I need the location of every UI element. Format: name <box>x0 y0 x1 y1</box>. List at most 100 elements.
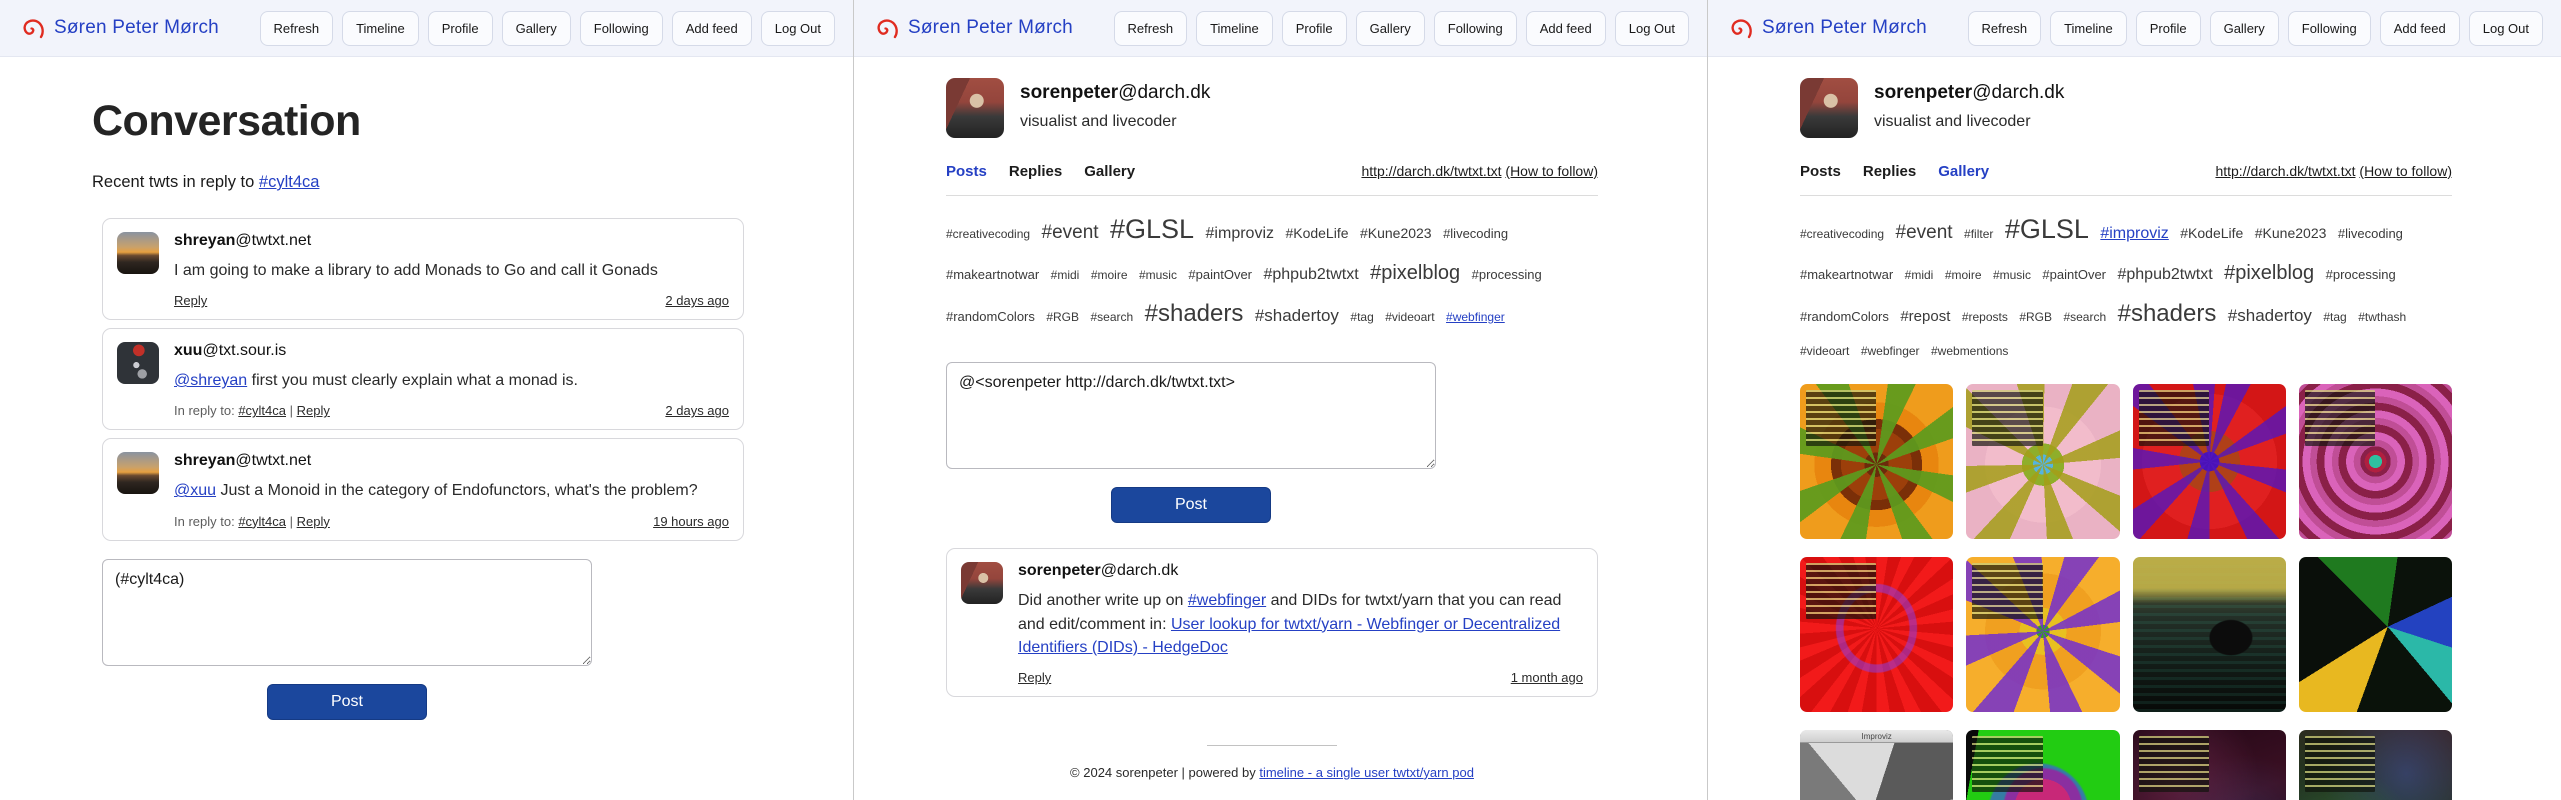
nav-button-gallery[interactable]: Gallery <box>502 11 571 46</box>
hashtag-pixelblog[interactable]: #pixelblog <box>1370 262 1460 284</box>
timestamp-link[interactable]: 2 days ago <box>665 293 729 308</box>
nav-button-add-feed[interactable]: Add feed <box>1526 11 1606 46</box>
hashtag-randomColors[interactable]: #randomColors <box>1800 309 1889 324</box>
hashtag-webfinger[interactable]: #webfinger <box>1861 344 1920 358</box>
hashtag-KodeLife[interactable]: #KodeLife <box>1285 225 1348 241</box>
hashtag-filter[interactable]: #filter <box>1964 227 1993 241</box>
tab-posts[interactable]: Posts <box>946 163 987 180</box>
gallery-thumbnail[interactable] <box>2133 557 2286 712</box>
inline-link[interactable]: User lookup for twtxt/yarn - Webfinger o… <box>1018 616 1560 656</box>
hashtag-search[interactable]: #search <box>2063 310 2106 324</box>
nav-button-refresh[interactable]: Refresh <box>1114 11 1188 46</box>
hashtag-Kune2023[interactable]: #Kune2023 <box>2255 225 2327 241</box>
nav-button-following[interactable]: Following <box>2288 11 2371 46</box>
hashtag-shaders[interactable]: #shaders <box>1145 300 1244 327</box>
nav-button-profile[interactable]: Profile <box>1282 11 1347 46</box>
nav-button-refresh[interactable]: Refresh <box>260 11 334 46</box>
inline-link[interactable]: #cylt4ca <box>238 403 286 418</box>
inline-link[interactable]: #cylt4ca <box>238 514 286 529</box>
post-button[interactable]: Post <box>267 684 427 720</box>
home-link[interactable]: Søren Peter Mørch <box>18 15 219 42</box>
hashtag-reposts[interactable]: #reposts <box>1962 310 2008 324</box>
gallery-thumbnail[interactable] <box>2299 730 2452 800</box>
avatar[interactable] <box>117 452 159 494</box>
hashtag-RGB[interactable]: #RGB <box>1046 310 1079 324</box>
hashtag-processing[interactable]: #processing <box>1472 267 1542 282</box>
timestamp-link[interactable]: 2 days ago <box>665 403 729 418</box>
hashtag-videoart[interactable]: #videoart <box>1800 344 1849 358</box>
nav-button-log-out[interactable]: Log Out <box>761 11 835 46</box>
tab-gallery[interactable]: Gallery <box>1938 163 1989 180</box>
hashtag-makeartnotwar[interactable]: #makeartnotwar <box>1800 267 1893 282</box>
hashtag-Kune2023[interactable]: #Kune2023 <box>1360 225 1432 241</box>
hashtag-GLSL[interactable]: #GLSL <box>1110 214 1194 244</box>
nav-button-timeline[interactable]: Timeline <box>342 11 419 46</box>
tab-posts[interactable]: Posts <box>1800 163 1841 180</box>
twtxt-feed-url-link[interactable]: http://darch.dk/twtxt.txt <box>1361 163 1501 179</box>
hashtag-paintOver[interactable]: #paintOver <box>1188 267 1252 282</box>
gallery-thumbnail[interactable] <box>2133 730 2286 800</box>
hashtag-midi[interactable]: #midi <box>1051 268 1080 282</box>
gallery-thumbnail[interactable] <box>2299 384 2452 539</box>
hashtag-randomColors[interactable]: #randomColors <box>946 309 1035 324</box>
hashtag-twthash[interactable]: #twthash <box>2358 310 2406 324</box>
hashtag-creativecoding[interactable]: #creativecoding <box>946 227 1030 241</box>
hashtag-pixelblog[interactable]: #pixelblog <box>2224 262 2314 284</box>
inline-link[interactable]: Reply <box>297 514 330 529</box>
hashtag-phpub2twtxt[interactable]: #phpub2twtxt <box>1263 266 1358 283</box>
nav-button-gallery[interactable]: Gallery <box>1356 11 1425 46</box>
hashtag-event[interactable]: #event <box>1042 222 1099 243</box>
how-to-follow-link[interactable]: (How to follow) <box>2359 163 2452 179</box>
inline-link[interactable]: timeline - a single user twtxt/yarn pod <box>1259 765 1474 780</box>
post-button[interactable]: Post <box>1111 487 1271 523</box>
hashtag-music[interactable]: #music <box>1993 268 2031 282</box>
hashtag-phpub2twtxt[interactable]: #phpub2twtxt <box>2117 266 2212 283</box>
timestamp-link[interactable]: 1 month ago <box>1511 670 1583 685</box>
nav-button-following[interactable]: Following <box>1434 11 1517 46</box>
nav-button-following[interactable]: Following <box>580 11 663 46</box>
nav-button-log-out[interactable]: Log Out <box>2469 11 2543 46</box>
hashtag-livecoding[interactable]: #livecoding <box>2338 226 2403 241</box>
hashtag-improviz[interactable]: #improviz <box>2100 225 2168 242</box>
reply-link[interactable]: Reply <box>1018 670 1051 685</box>
hashtag-makeartnotwar[interactable]: #makeartnotwar <box>946 267 1039 282</box>
hashtag-midi[interactable]: #midi <box>1905 268 1934 282</box>
hashtag-livecoding[interactable]: #livecoding <box>1443 226 1508 241</box>
nav-button-timeline[interactable]: Timeline <box>1196 11 1273 46</box>
gallery-thumbnail[interactable] <box>1966 384 2119 539</box>
hashtag-improviz[interactable]: #improviz <box>1206 225 1274 242</box>
hashtag-KodeLife[interactable]: #KodeLife <box>2180 225 2243 241</box>
hashtag-event[interactable]: #event <box>1896 222 1953 243</box>
hashtag-creativecoding[interactable]: #creativecoding <box>1800 227 1884 241</box>
nav-button-add-feed[interactable]: Add feed <box>672 11 752 46</box>
avatar[interactable] <box>117 232 159 274</box>
how-to-follow-link[interactable]: (How to follow) <box>1505 163 1598 179</box>
gallery-thumbnail[interactable] <box>1966 557 2119 712</box>
home-link[interactable]: Søren Peter Mørch <box>872 15 1073 42</box>
inline-link[interactable]: @xuu <box>174 482 216 499</box>
hashtag-webfinger[interactable]: #webfinger <box>1446 310 1505 324</box>
hashtag-shadertoy[interactable]: #shadertoy <box>1255 306 1339 325</box>
hashtag-moire[interactable]: #moire <box>1091 268 1128 282</box>
nav-button-gallery[interactable]: Gallery <box>2210 11 2279 46</box>
reply-textarea[interactable]: (#cylt4ca) <box>102 559 592 666</box>
hashtag-tag[interactable]: #tag <box>2323 310 2346 324</box>
avatar[interactable] <box>117 342 159 384</box>
post-textarea[interactable]: @<sorenpeter http://darch.dk/twtxt.txt> <box>946 362 1436 469</box>
gallery-thumbnail[interactable] <box>2299 557 2452 712</box>
hashtag-search[interactable]: #search <box>1090 310 1133 324</box>
home-link[interactable]: Søren Peter Mørch <box>1726 15 1927 42</box>
hashtag-tag[interactable]: #tag <box>1350 310 1373 324</box>
nav-button-refresh[interactable]: Refresh <box>1968 11 2042 46</box>
hashtag-webmentions[interactable]: #webmentions <box>1931 344 2008 358</box>
tab-replies[interactable]: Replies <box>1009 163 1062 180</box>
gallery-thumbnail[interactable]: Improviz <box>1800 730 1953 800</box>
nav-button-profile[interactable]: Profile <box>428 11 493 46</box>
reply-link[interactable]: Reply <box>174 293 207 308</box>
twtxt-feed-url-link[interactable]: http://darch.dk/twtxt.txt <box>2215 163 2355 179</box>
avatar[interactable] <box>961 562 1003 604</box>
inline-link[interactable]: Reply <box>297 403 330 418</box>
gallery-thumbnail[interactable] <box>1800 557 1953 712</box>
nav-button-add-feed[interactable]: Add feed <box>2380 11 2460 46</box>
inline-link[interactable]: #cylt4ca <box>259 173 320 191</box>
